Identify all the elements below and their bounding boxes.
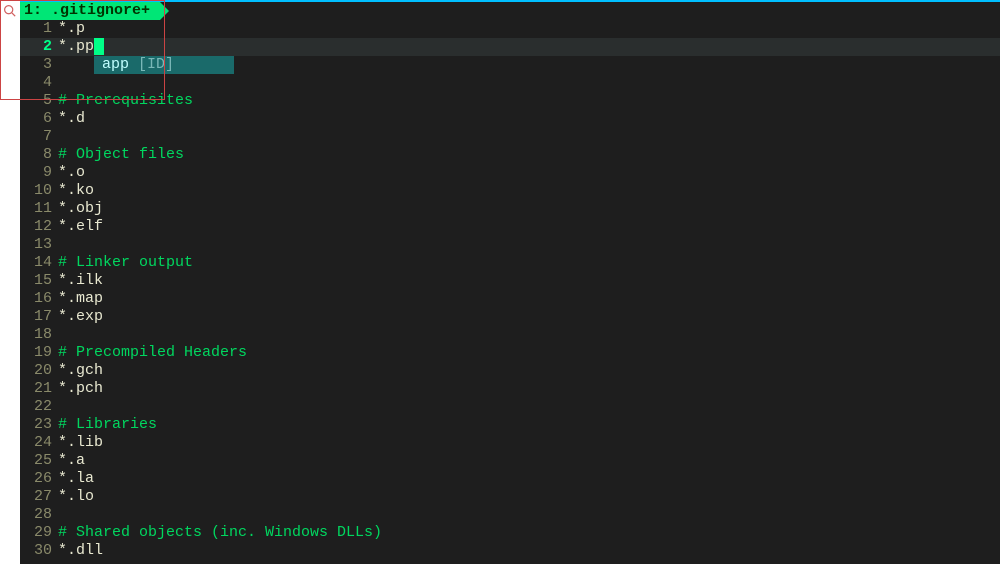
gutter-number: 15: [20, 272, 58, 290]
search-icon[interactable]: [3, 4, 16, 17]
gutter-number: 29: [20, 524, 58, 542]
code-line[interactable]: 27*.lo: [20, 488, 1000, 506]
code-line[interactable]: 24*.lib: [20, 434, 1000, 452]
gutter-number: 20: [20, 362, 58, 380]
line-content: *.p: [58, 20, 85, 38]
code-line[interactable]: 8# Object files: [20, 146, 1000, 164]
line-content: *.pp: [58, 38, 104, 56]
line-content: # Precompiled Headers: [58, 344, 247, 362]
gutter-number: 30: [20, 542, 58, 560]
gutter-number: 9: [20, 164, 58, 182]
line-content: *.elf: [58, 218, 103, 236]
line-content: # Shared objects (inc. Windows DLLs): [58, 524, 382, 542]
gutter-number: 6: [20, 110, 58, 128]
code-line[interactable]: 29# Shared objects (inc. Windows DLLs): [20, 524, 1000, 542]
line-content: *.obj: [58, 200, 103, 218]
line-content: *.a: [58, 452, 85, 470]
left-margin: [0, 0, 20, 564]
completion-text: app: [102, 56, 129, 73]
gutter-number: 24: [20, 434, 58, 452]
code-line[interactable]: 10*.ko: [20, 182, 1000, 200]
code-line[interactable]: 20*.gch: [20, 362, 1000, 380]
cursor: [94, 38, 104, 55]
line-content: *.pch: [58, 380, 103, 398]
completion-meta: [ID]: [138, 56, 174, 73]
code-line[interactable]: 7: [20, 128, 1000, 146]
gutter-number: 18: [20, 326, 58, 344]
gutter-number: 25: [20, 452, 58, 470]
code-line[interactable]: 12*.elf: [20, 218, 1000, 236]
line-content: *.exp: [58, 308, 103, 326]
line-content: *.map: [58, 290, 103, 308]
line-content: *.lo: [58, 488, 94, 506]
code-line[interactable]: 25*.a: [20, 452, 1000, 470]
code-line[interactable]: 23# Libraries: [20, 416, 1000, 434]
gutter-number: 7: [20, 128, 58, 146]
line-content: *.ilk: [58, 272, 103, 290]
tab-label: 1: .gitignore+: [24, 2, 150, 20]
code-line[interactable]: 14# Linker output: [20, 254, 1000, 272]
gutter-number: 17: [20, 308, 58, 326]
gutter-number: 8: [20, 146, 58, 164]
gutter-number: 4: [20, 74, 58, 92]
gutter-number: 28: [20, 506, 58, 524]
gutter-number: 27: [20, 488, 58, 506]
code-line[interactable]: 5# Prerequisites: [20, 92, 1000, 110]
editor-pane[interactable]: 1: .gitignore+ 1*.p2*.pp345# Prerequisit…: [20, 0, 1000, 564]
code-line[interactable]: 13: [20, 236, 1000, 254]
code-line[interactable]: 30*.dll: [20, 542, 1000, 560]
code-line[interactable]: 11*.obj: [20, 200, 1000, 218]
line-content: # Object files: [58, 146, 184, 164]
completion-popup[interactable]: app [ID]: [94, 56, 234, 74]
code-area[interactable]: 1*.p2*.pp345# Prerequisites6*.d78# Objec…: [20, 20, 1000, 560]
line-content: *.la: [58, 470, 94, 488]
gutter-number: 26: [20, 470, 58, 488]
line-content: *.gch: [58, 362, 103, 380]
code-line[interactable]: 4: [20, 74, 1000, 92]
gutter-number: 19: [20, 344, 58, 362]
code-line[interactable]: 2*.pp: [20, 38, 1000, 56]
code-line[interactable]: 28: [20, 506, 1000, 524]
gutter-number: 11: [20, 200, 58, 218]
line-content: *.o: [58, 164, 85, 182]
code-line[interactable]: 19# Precompiled Headers: [20, 344, 1000, 362]
gutter-number: 14: [20, 254, 58, 272]
tab-gitignore[interactable]: 1: .gitignore+: [20, 2, 160, 20]
line-content: *.ko: [58, 182, 94, 200]
gutter-number: 3: [20, 56, 58, 74]
line-content: # Libraries: [58, 416, 157, 434]
gutter-number: 21: [20, 380, 58, 398]
gutter-number: 13: [20, 236, 58, 254]
code-line[interactable]: 22: [20, 398, 1000, 416]
code-line[interactable]: 1*.p: [20, 20, 1000, 38]
gutter-number: 10: [20, 182, 58, 200]
line-content: *.lib: [58, 434, 103, 452]
gutter-number: 23: [20, 416, 58, 434]
line-content: *.d: [58, 110, 85, 128]
tab-bar: 1: .gitignore+: [20, 2, 1000, 20]
code-line[interactable]: 6*.d: [20, 110, 1000, 128]
code-line[interactable]: 9*.o: [20, 164, 1000, 182]
gutter-number: 16: [20, 290, 58, 308]
gutter-number: 2: [20, 38, 58, 56]
gutter-number: 22: [20, 398, 58, 416]
gutter-number: 5: [20, 92, 58, 110]
code-line[interactable]: 18: [20, 326, 1000, 344]
code-line[interactable]: 21*.pch: [20, 380, 1000, 398]
code-line[interactable]: 16*.map: [20, 290, 1000, 308]
gutter-number: 12: [20, 218, 58, 236]
code-line[interactable]: 15*.ilk: [20, 272, 1000, 290]
line-content: *.dll: [58, 542, 103, 560]
line-content: # Linker output: [58, 254, 193, 272]
code-line[interactable]: 26*.la: [20, 470, 1000, 488]
code-line[interactable]: 17*.exp: [20, 308, 1000, 326]
line-content: # Prerequisites: [58, 92, 193, 110]
gutter-number: 1: [20, 20, 58, 38]
